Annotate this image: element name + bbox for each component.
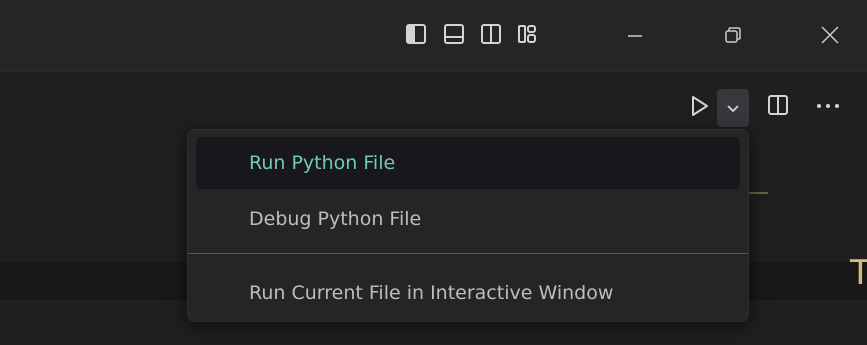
menu-item-label: Run Current File in Interactive Window <box>249 282 614 304</box>
menu-item-label: Debug Python File <box>249 208 422 230</box>
menu-separator <box>188 253 748 254</box>
partial-glyph: T <box>850 253 867 293</box>
toggle-secondary-sidebar-icon[interactable] <box>479 22 503 46</box>
menu-item-run-python-file[interactable]: Run Python File <box>196 137 740 189</box>
toggle-panel-icon[interactable] <box>442 22 466 46</box>
chevron-down-icon <box>727 105 739 113</box>
menu-item-debug-python-file[interactable]: Debug Python File <box>196 193 740 245</box>
minimize-icon[interactable] <box>613 14 657 56</box>
restore-icon[interactable] <box>711 14 755 56</box>
minimap-fragment <box>746 192 768 194</box>
more-actions-icon[interactable] <box>814 93 844 119</box>
run-dropdown-menu: Run Python File Debug Python File Run Cu… <box>187 129 749 322</box>
close-icon[interactable] <box>808 14 852 56</box>
run-icon[interactable] <box>686 93 712 119</box>
toggle-primary-sidebar-icon[interactable] <box>404 22 428 46</box>
menu-item-run-current-file-interactive[interactable]: Run Current File in Interactive Window <box>196 267 740 319</box>
run-dropdown-button[interactable] <box>717 89 749 127</box>
menu-item-label: Run Python File <box>249 152 396 174</box>
customize-layout-icon[interactable] <box>515 22 539 46</box>
split-editor-icon[interactable] <box>764 91 792 119</box>
title-bar <box>0 0 867 72</box>
